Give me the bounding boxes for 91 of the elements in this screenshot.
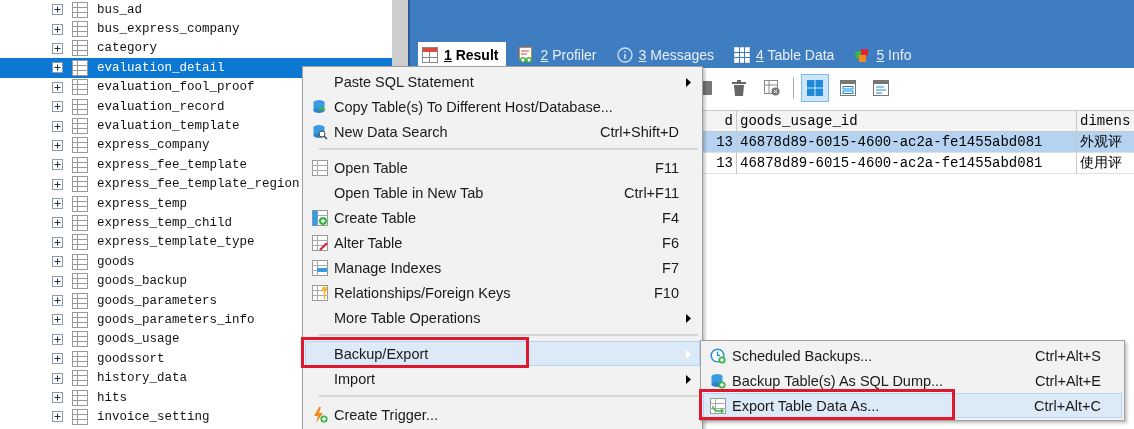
column-header[interactable]: dimens	[1077, 110, 1134, 132]
expand-icon[interactable]	[52, 101, 63, 113]
table-icon	[72, 311, 88, 328]
table-icon	[72, 40, 88, 57]
menu-item[interactable]: Open Table in New Tab Ctrl+F11	[305, 180, 700, 205]
toolbar-button[interactable]	[801, 74, 829, 102]
expand-icon[interactable]	[52, 275, 63, 287]
submenu-arrow-icon	[686, 350, 691, 359]
submenu-arrow-icon	[686, 78, 691, 87]
result-tab[interactable]: 4 Table Data	[730, 42, 843, 68]
form-view-icon	[840, 80, 856, 96]
table-icon	[734, 47, 751, 63]
table-edit-icon	[312, 234, 328, 251]
table-icon	[72, 176, 88, 193]
tree-item[interactable]: bus_ad	[0, 0, 392, 20]
lightning-icon	[312, 406, 328, 423]
table-cell: 使用评	[1077, 153, 1134, 174]
expand-icon[interactable]	[52, 314, 63, 326]
table-icon	[72, 331, 88, 348]
expand-icon[interactable]	[52, 120, 63, 132]
expand-icon[interactable]	[52, 42, 63, 54]
menu-item[interactable]: Create Table F4	[305, 205, 700, 230]
expand-icon[interactable]	[52, 81, 63, 93]
text-view-icon	[873, 80, 889, 96]
shapes-icon	[854, 47, 871, 63]
table-icon	[72, 195, 88, 212]
expand-icon[interactable]	[52, 392, 63, 403]
table-icon	[72, 234, 88, 251]
expand-icon[interactable]	[52, 333, 63, 345]
grid-view-icon	[807, 80, 823, 96]
expand-icon[interactable]	[52, 4, 63, 16]
expand-icon[interactable]	[52, 159, 63, 171]
table-icon	[72, 389, 88, 406]
result-tab[interactable]: 1 Result	[418, 42, 507, 68]
menu-item[interactable]: Manage Indexes F7	[305, 255, 700, 280]
clock-icon	[710, 347, 726, 364]
result-tab[interactable]: 3 Messages	[612, 42, 723, 68]
table-icon	[72, 292, 88, 309]
menu-item[interactable]: Backup Table(s) As SQL Dump... Ctrl+Alt+E	[703, 368, 1122, 393]
table-icon	[72, 79, 88, 96]
menu-item[interactable]: Relationships/Foreign Keys F10	[305, 280, 700, 305]
database-search-icon	[312, 123, 328, 140]
table-icon	[72, 98, 88, 115]
table-icon	[72, 137, 88, 154]
expand-icon[interactable]	[52, 62, 63, 74]
table-icon	[72, 350, 88, 367]
trash-icon	[731, 80, 747, 96]
table-icon	[72, 370, 88, 387]
table-icon	[72, 215, 88, 231]
profiler-icon	[518, 47, 535, 63]
expand-icon[interactable]	[52, 372, 63, 384]
table-export-icon	[710, 397, 726, 414]
table-cell: 46878d89-6015-4600-ac2a-fe1455abd081	[737, 153, 1077, 174]
table-icon	[72, 21, 88, 38]
expand-icon[interactable]	[52, 217, 63, 229]
info-icon	[616, 47, 633, 63]
result-tab[interactable]: 2 Profiler	[514, 42, 605, 68]
expand-icon[interactable]	[52, 178, 63, 190]
expand-icon[interactable]	[52, 236, 63, 248]
menu-item[interactable]: Scheduled Backups... Ctrl+Alt+S	[703, 343, 1122, 368]
table-index-icon	[312, 259, 328, 276]
column-header[interactable]: goods_usage_id	[737, 110, 1077, 132]
database-add-icon	[710, 372, 726, 389]
table-icon	[72, 156, 88, 173]
tree-item[interactable]: bus_express_company	[0, 19, 392, 39]
table-icon	[72, 273, 88, 290]
database-copy-icon	[312, 98, 328, 115]
table-icon	[72, 118, 88, 135]
table-icon	[312, 159, 328, 176]
expand-icon[interactable]	[52, 295, 63, 307]
table-add-icon	[312, 209, 328, 226]
expand-icon[interactable]	[52, 139, 63, 151]
table-icon	[72, 253, 88, 270]
table-x-icon	[764, 80, 780, 96]
table-cell: 46878d89-6015-4600-ac2a-fe1455abd081	[737, 132, 1077, 153]
expand-icon[interactable]	[52, 198, 63, 210]
submenu-arrow-icon	[686, 314, 691, 323]
expand-icon[interactable]	[52, 411, 63, 423]
expand-icon[interactable]	[52, 23, 63, 35]
table-icon	[72, 408, 88, 425]
table-key-icon	[312, 284, 328, 301]
tree-item[interactable]: category	[0, 38, 392, 59]
menu-item[interactable]: More Table Operations	[305, 305, 700, 330]
result-grid-icon	[422, 47, 438, 63]
result-tab[interactable]: 5 Info	[850, 42, 920, 68]
submenu-arrow-icon	[686, 375, 691, 384]
expand-icon[interactable]	[52, 353, 63, 365]
table-icon	[72, 59, 88, 76]
table-cell: 外观评	[1077, 132, 1134, 153]
expand-icon[interactable]	[52, 256, 63, 268]
menu-item[interactable]: Alter Table F6	[305, 230, 700, 255]
